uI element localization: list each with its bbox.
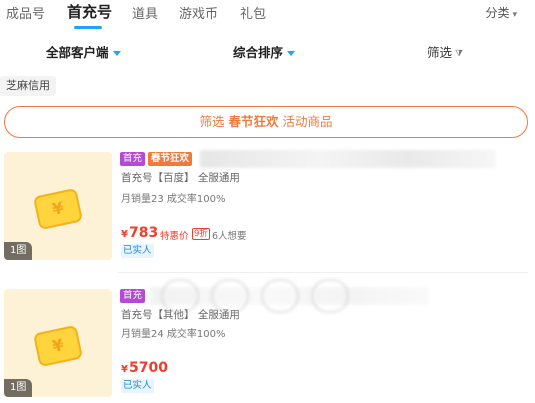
tab-game-currency[interactable]: 游戏币	[179, 3, 218, 22]
coin-icon: ¥	[32, 324, 84, 368]
chevron-down-icon: ▾	[512, 10, 517, 20]
product-sales: 月销量24 成交率100%	[121, 329, 226, 340]
watermark-shape	[260, 278, 300, 314]
watermark-shape	[310, 278, 350, 314]
category-dropdown[interactable]: 分类 ▾	[485, 4, 517, 21]
card-divider	[118, 272, 528, 273]
dropdown-triangle-icon	[287, 51, 296, 56]
client-filter-label: 全部客户端	[46, 45, 109, 60]
product-price: ¥5700	[121, 357, 168, 376]
discount-badge: 9折	[192, 228, 210, 240]
wants-count: 6人想要	[212, 231, 247, 242]
screen-filter-label: 筛选	[427, 45, 453, 60]
image-count-badge: 1图	[4, 242, 33, 260]
sort-filter[interactable]: 综合排序	[233, 42, 296, 61]
banner-prefix: 筛选	[199, 114, 225, 129]
first-recharge-tag: 首充	[120, 152, 146, 166]
first-recharge-tag: 首充	[120, 289, 146, 303]
event-filter-banner[interactable]: 筛选 春节狂欢 活动商品	[4, 106, 528, 138]
price-value: 783	[128, 225, 159, 241]
dropdown-triangle-icon	[112, 51, 121, 56]
client-filter[interactable]: 全部客户端	[46, 42, 121, 61]
filter-bar: 全部客户端 综合排序 筛选 ⧩	[0, 36, 535, 68]
tab-finished-account[interactable]: 成品号	[6, 3, 45, 22]
tab-items[interactable]: 道具	[132, 3, 158, 22]
verified-badge: 已实人	[121, 244, 154, 258]
product-sales: 月销量23 成交率100%	[121, 194, 226, 205]
banner-suffix: 活动商品	[282, 114, 333, 129]
category-label: 分类	[485, 6, 510, 20]
active-tab-indicator	[74, 26, 102, 29]
watermark-shape	[160, 278, 200, 314]
blurred-title	[200, 150, 496, 168]
product-description: 首充号【百度】 全服通用	[121, 172, 240, 184]
product-thumbnail[interactable]: ¥ 1图	[4, 152, 112, 260]
watermark-shape	[210, 278, 250, 314]
verified-badge: 已实人	[121, 379, 154, 393]
screen-filter-button[interactable]: 筛选 ⧩	[427, 42, 463, 61]
sort-filter-label: 综合排序	[233, 45, 284, 60]
banner-highlight: 春节狂欢	[228, 114, 279, 129]
price-value: 5700	[128, 360, 168, 376]
sesame-credit-chip[interactable]: 芝麻信用	[0, 76, 56, 96]
product-price: ¥783	[121, 222, 158, 241]
product-card[interactable]: ¥ 1图 首充 春节狂欢 首充号【百度】 全服通用 月销量23 成交率100% …	[0, 148, 535, 266]
tab-first-recharge[interactable]: 首充号	[67, 1, 112, 22]
watermark	[160, 278, 420, 318]
currency-symbol: ¥	[121, 364, 128, 375]
spring-festival-tag: 春节狂欢	[148, 152, 193, 166]
discount-label: 特惠价	[160, 231, 189, 242]
top-tab-bar: 成品号 首充号 道具 游戏币 礼包 分类 ▾	[0, 0, 535, 30]
tab-gift-pack[interactable]: 礼包	[240, 3, 266, 22]
currency-symbol: ¥	[121, 229, 128, 240]
coin-icon: ¥	[32, 187, 84, 231]
image-count-badge: 1图	[4, 379, 33, 397]
funnel-icon: ⧩	[455, 48, 464, 59]
product-thumbnail[interactable]: ¥ 1图	[4, 289, 112, 397]
